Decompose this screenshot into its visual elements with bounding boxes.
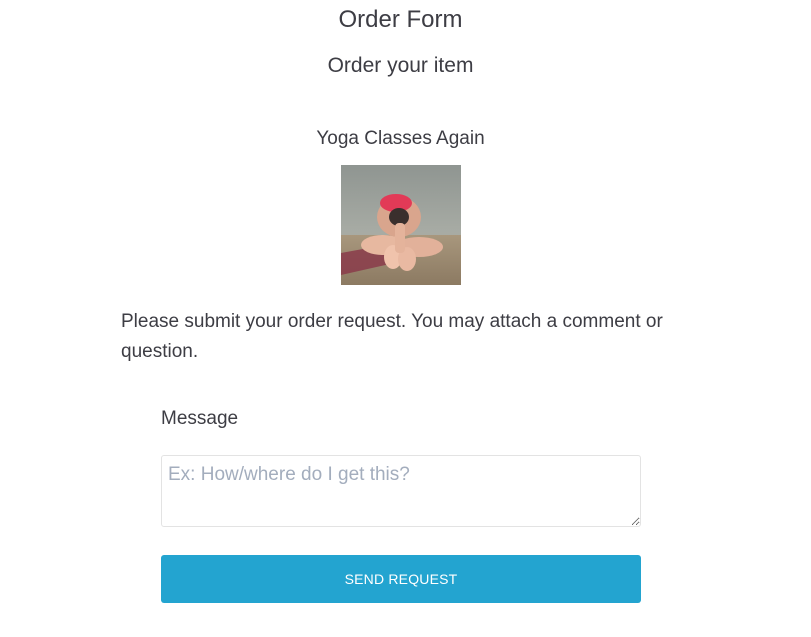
send-request-button[interactable]: SEND REQUEST: [161, 555, 641, 603]
message-label: Message: [161, 408, 239, 429]
item-name: Yoga Classes Again: [316, 128, 485, 149]
order-form-page: Order Form Order your item Yoga Classes …: [0, 0, 811, 637]
page-subtitle: Order your item: [327, 54, 474, 77]
product-image: [341, 165, 461, 285]
message-textarea[interactable]: [161, 455, 641, 527]
description-text: Please submit your order request. You ma…: [121, 311, 663, 362]
yoga-photo: [341, 165, 461, 285]
page-title: Order Form: [338, 6, 463, 33]
